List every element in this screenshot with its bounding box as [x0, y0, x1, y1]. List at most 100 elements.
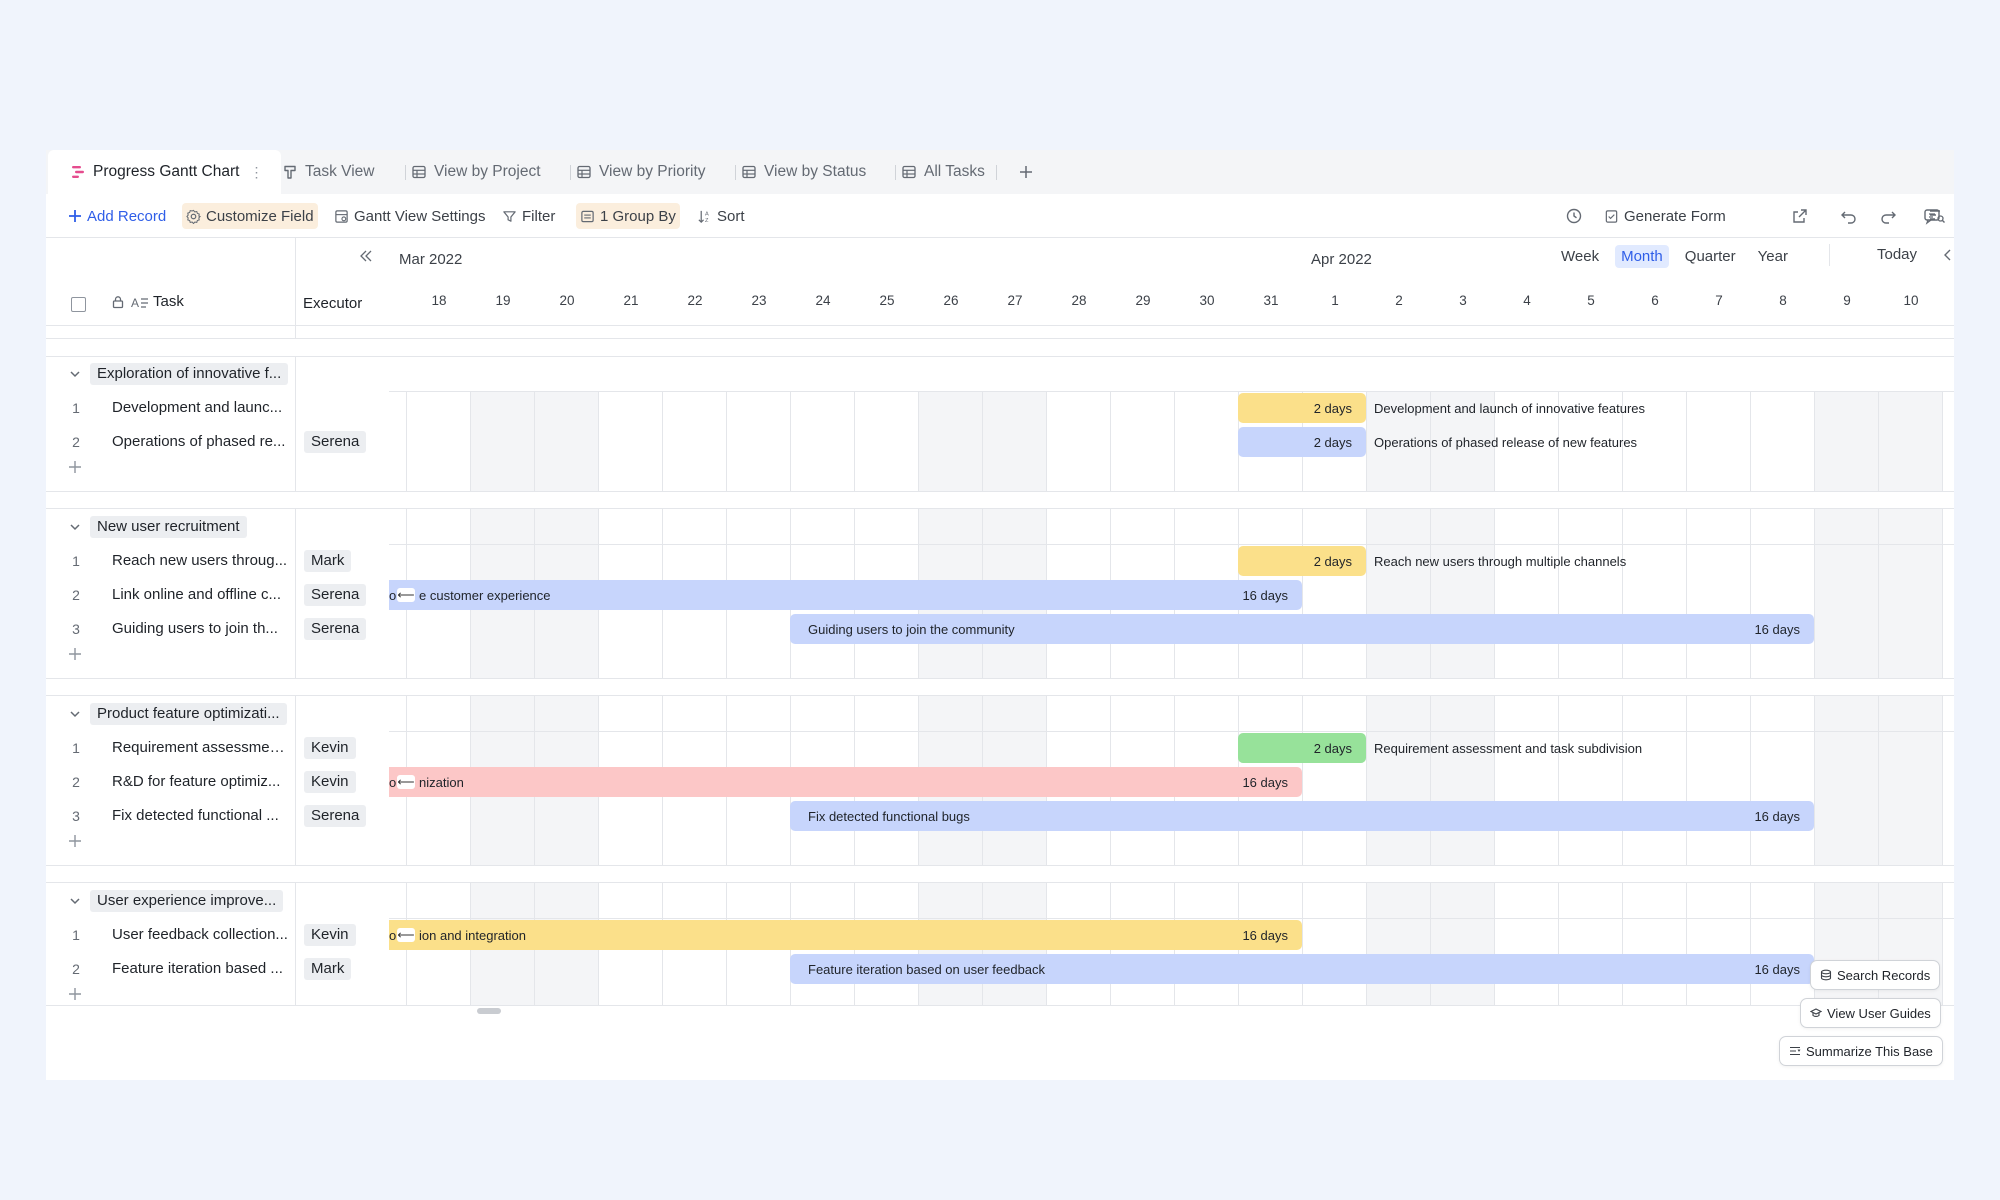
- table-row[interactable]: 2 Operations of phased re... Serena: [46, 425, 389, 459]
- grid-icon: [577, 165, 591, 179]
- group-header[interactable]: New user recruitment: [46, 510, 389, 544]
- view-mode-quarter[interactable]: Quarter: [1679, 245, 1742, 268]
- generate-form-label: Generate Form: [1624, 207, 1726, 225]
- tab-all-tasks[interactable]: All Tasks: [901, 150, 985, 194]
- chevron-down-icon[interactable]: [68, 707, 82, 721]
- group-by-label: 1 Group By: [600, 207, 676, 225]
- table-row[interactable]: 2 Link online and offline c... Serena: [46, 578, 389, 612]
- chevron-down-icon[interactable]: [68, 894, 82, 908]
- group-header[interactable]: User experience improve...: [46, 884, 389, 918]
- executor-tag[interactable]: Serena: [304, 805, 367, 827]
- day-label: 22: [687, 293, 703, 308]
- gantt-bar[interactable]: 16 days o ⟵ nization: [389, 767, 1302, 797]
- gantt-view-settings-button[interactable]: Gantt View Settings: [330, 203, 489, 229]
- table-row[interactable]: 3 Guiding users to join th... Serena: [46, 612, 389, 646]
- executor-tag[interactable]: Mark: [304, 958, 352, 980]
- chevron-down-icon[interactable]: [68, 520, 82, 534]
- today-button[interactable]: Today: [1877, 246, 1917, 263]
- task-name[interactable]: R&D for feature optimiz...: [112, 773, 288, 790]
- executor-tag[interactable]: Serena: [304, 618, 367, 640]
- tab-progress-gantt-chart[interactable]: Progress Gantt Chart ⋮: [48, 150, 282, 194]
- task-name[interactable]: Operations of phased re...: [112, 433, 288, 450]
- table-row[interactable]: 2 Feature iteration based ... Mark: [46, 952, 389, 986]
- sort-button[interactable]: AZ Sort: [693, 203, 749, 229]
- gantt-bar[interactable]: 16 days o ⟵ ion and integration: [389, 920, 1302, 950]
- add-row-icon[interactable]: [68, 460, 82, 474]
- group-header[interactable]: Product feature optimizati...: [46, 697, 389, 731]
- select-all-checkbox[interactable]: [71, 297, 86, 312]
- add-row-icon[interactable]: [68, 647, 82, 661]
- bar-duration: 16 days: [1242, 775, 1288, 790]
- table-row[interactable]: 1 User feedback collection... Kevin: [46, 918, 389, 952]
- tab-view-by-status[interactable]: View by Status: [741, 150, 866, 194]
- horizontal-scrollbar[interactable]: [477, 1008, 501, 1014]
- task-name[interactable]: Reach new users throug...: [112, 552, 288, 569]
- tab-more-icon[interactable]: ⋮: [249, 164, 263, 181]
- gantt-bar[interactable]: 2 days: [1238, 733, 1366, 763]
- chevron-down-icon[interactable]: [68, 367, 82, 381]
- task-name[interactable]: Requirement assessmen...: [112, 739, 288, 756]
- tab-view-by-priority[interactable]: View by Priority: [576, 150, 706, 194]
- bar-duration: 16 days: [1754, 809, 1800, 824]
- task-name[interactable]: Development and launc...: [112, 399, 288, 416]
- arrow-left-icon[interactable]: ⟵: [397, 588, 415, 602]
- generate-form-button[interactable]: Generate Form: [1600, 203, 1730, 229]
- gantt-bar[interactable]: 2 days: [1238, 546, 1366, 576]
- plus-icon: [69, 210, 81, 222]
- gantt-bar[interactable]: 16 days Guiding users to join the communi…: [790, 614, 1814, 644]
- undo-icon[interactable]: [1839, 206, 1859, 226]
- executor-column-header[interactable]: Executor: [303, 295, 362, 312]
- arrow-left-icon[interactable]: ⟵: [397, 928, 415, 942]
- collapse-left-icon[interactable]: [358, 248, 374, 264]
- executor-tag[interactable]: Mark: [304, 550, 352, 572]
- search-records-button[interactable]: Search Records: [1810, 960, 1941, 990]
- executor-tag[interactable]: Kevin: [304, 737, 356, 759]
- group-by-button[interactable]: 1 Group By: [576, 203, 680, 229]
- table-row[interactable]: 1 Reach new users throug... Mark: [46, 544, 389, 578]
- comment-icon[interactable]: [1922, 206, 1942, 226]
- summarize-base-button[interactable]: Summarize This Base: [1779, 1036, 1943, 1066]
- tab-view-by-project[interactable]: View by Project: [411, 150, 541, 194]
- table-row[interactable]: 1 Development and launc...: [46, 391, 389, 425]
- bar-label: Feature iteration based on user feedback: [808, 962, 1046, 977]
- gantt-bar[interactable]: 16 days Feature iteration based on user f…: [790, 954, 1814, 984]
- chevron-left-icon[interactable]: [1941, 248, 1954, 262]
- executor-tag[interactable]: Serena: [304, 584, 367, 606]
- task-name[interactable]: Feature iteration based ...: [112, 960, 288, 977]
- share-icon[interactable]: [1790, 206, 1810, 226]
- add-record-button[interactable]: Add Record: [64, 203, 170, 229]
- view-user-guides-button[interactable]: View User Guides: [1800, 998, 1941, 1028]
- executor-tag[interactable]: Kevin: [304, 924, 356, 946]
- executor-tag[interactable]: Kevin: [304, 771, 356, 793]
- executor-tag[interactable]: Serena: [304, 431, 367, 453]
- table-row[interactable]: 2 R&D for feature optimiz... Kevin: [46, 765, 389, 799]
- view-mode-year[interactable]: Year: [1752, 245, 1794, 268]
- view-mode-week[interactable]: Week: [1555, 245, 1605, 268]
- gantt-bar[interactable]: 16 days o ⟵ e customer experience: [389, 580, 1302, 610]
- redo-icon[interactable]: [1878, 206, 1898, 226]
- day-label: 4: [1523, 293, 1531, 308]
- customize-field-button[interactable]: Customize Field: [182, 203, 318, 229]
- tab-label: View by Priority: [599, 163, 706, 180]
- table-row[interactable]: 1 Requirement assessmen... Kevin: [46, 731, 389, 765]
- task-name[interactable]: Link online and offline c...: [112, 586, 288, 603]
- task-name[interactable]: Guiding users to join th...: [112, 620, 288, 637]
- history-icon[interactable]: [1564, 206, 1584, 226]
- form-icon: [1605, 209, 1618, 223]
- gantt-bar[interactable]: 2 days: [1238, 427, 1366, 457]
- add-view-icon[interactable]: [1018, 164, 1034, 180]
- gantt-bar[interactable]: 16 days Fix detected functional bugs: [790, 801, 1814, 831]
- arrow-left-icon[interactable]: ⟵: [397, 775, 415, 789]
- table-row[interactable]: 3 Fix detected functional ... Serena: [46, 799, 389, 833]
- add-row-icon[interactable]: [68, 834, 82, 848]
- task-name[interactable]: Fix detected functional ...: [112, 807, 288, 824]
- task-name[interactable]: User feedback collection...: [112, 926, 288, 943]
- add-row-icon[interactable]: [68, 987, 82, 1001]
- tab-task-view[interactable]: Task View: [282, 150, 375, 194]
- view-mode-month[interactable]: Month: [1615, 244, 1669, 268]
- group-header[interactable]: Exploration of innovative f...: [46, 357, 389, 391]
- task-column-header[interactable]: A Task: [111, 293, 184, 310]
- filter-button[interactable]: Filter: [498, 203, 559, 229]
- row-index: 2: [72, 961, 80, 977]
- gantt-bar[interactable]: 2 days: [1238, 393, 1366, 423]
